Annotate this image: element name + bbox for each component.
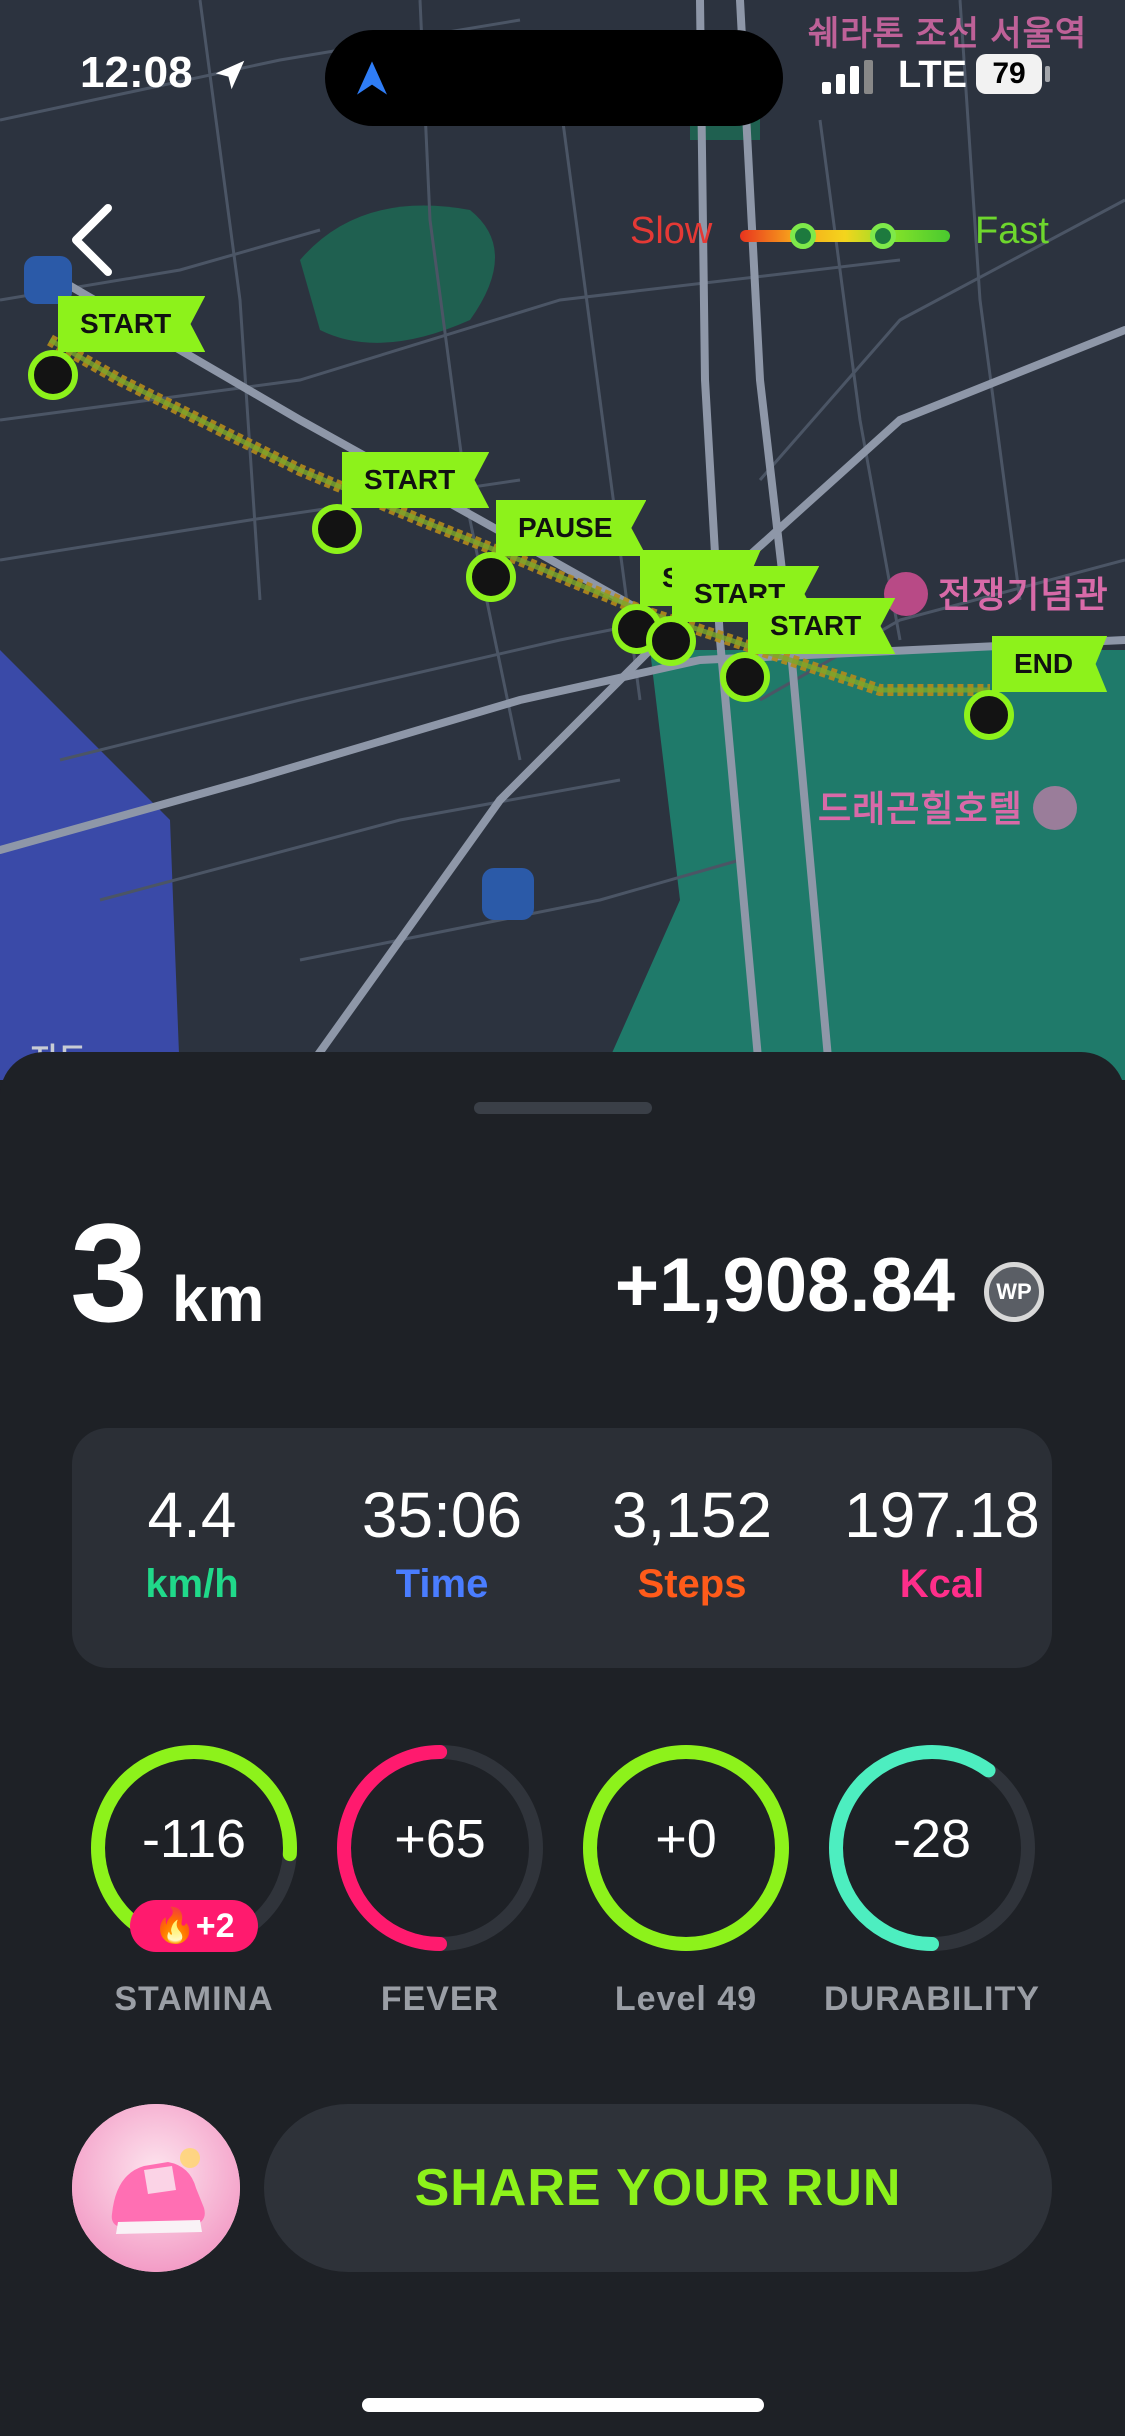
route-flag-pause: PAUSE (496, 500, 647, 556)
dynamic-island (325, 30, 783, 126)
home-indicator (362, 2398, 764, 2412)
gauge-label: STAMINA (114, 1980, 274, 2018)
route-pin-start[interactable] (646, 616, 696, 666)
legend-fast-label: Fast (975, 210, 1049, 252)
stat-label: Time (395, 1562, 489, 1606)
fire-icon: 🔥 (153, 1907, 196, 1945)
wp-coin-icon: WP (984, 1262, 1044, 1322)
route-pin-pause[interactable] (466, 552, 516, 602)
gauge-stamina[interactable]: -116 STAMINA (84, 1738, 304, 2019)
legend-marker (870, 223, 896, 249)
signal-icon (822, 60, 873, 94)
dragon-hill-text: 드래곤힐호텔 (818, 788, 1023, 829)
navigation-icon (357, 61, 387, 95)
stat-value: 197.18 (844, 1479, 1040, 1551)
subway-icon[interactable] (482, 868, 534, 920)
route-pin-start[interactable] (720, 652, 770, 702)
location-arrow-icon (215, 61, 245, 90)
stat-value: 35:06 (361, 1479, 523, 1551)
gauge-label: FEVER (380, 1980, 500, 2018)
gauge-durability[interactable]: -28 DURABILITY (822, 1738, 1042, 2019)
gauge-fever[interactable]: +65 FEVER (330, 1738, 550, 2019)
route-map[interactable]: 쉐라톤 조선 서울역 전쟁기념관 드래곤힐호텔 지도 START START P… (0, 0, 1125, 1080)
network-type: LTE (898, 54, 967, 96)
sneaker-avatar[interactable] (72, 2104, 240, 2272)
speed-gradient-bar (740, 223, 950, 249)
status-time: 12:08 (80, 48, 249, 98)
stat-speed: 4.4 km/h (72, 1478, 312, 1607)
stat-label: km/h (145, 1562, 239, 1606)
route-pin-end[interactable] (964, 690, 1014, 740)
route-flag-start: START (342, 452, 490, 508)
battery-indicator: 79 (976, 54, 1042, 94)
share-run-button[interactable]: SHARE YOUR RUN (264, 2104, 1052, 2272)
boost-value: +2 (195, 1907, 235, 1945)
stat-label: Steps (637, 1562, 747, 1606)
sheet-drag-handle[interactable] (474, 1102, 652, 1114)
stat-value: 3,152 (611, 1479, 773, 1551)
gauge-value: -28 (892, 1809, 972, 1869)
museum-icon (884, 572, 928, 617)
gauge-value: -116 (141, 1809, 247, 1869)
route-flag-start: START (58, 296, 206, 352)
sneaker-icon (72, 2104, 240, 2272)
gauge-label: Level 49 (614, 1980, 758, 2018)
status-time-text: 12:08 (80, 48, 193, 97)
route-flag-start: START (748, 598, 896, 654)
gauge-value: +0 (655, 1809, 717, 1869)
battery-tip (1045, 66, 1050, 82)
war-memorial-text: 전쟁기념관 (938, 574, 1109, 615)
route-pin-start[interactable] (28, 350, 78, 400)
legend-slow-label: Slow (630, 210, 713, 252)
stat-time: 35:06 Time (322, 1478, 562, 1607)
map-label-war-memorial[interactable]: 전쟁기념관 (884, 566, 1109, 619)
legend-marker (790, 223, 816, 249)
stamina-boost-badge: 🔥+2 (130, 1900, 258, 1952)
stats-card: 4.4 km/h 35:06 Time 3,152 Steps 197.18 K… (72, 1428, 1052, 1668)
gauge-label: DURABILITY (824, 1980, 1040, 2018)
gauge-value: +65 (394, 1809, 486, 1869)
route-flag-end: END (992, 636, 1108, 692)
stat-value: 4.4 (147, 1479, 237, 1551)
stat-kcal: 197.18 Kcal (822, 1478, 1062, 1607)
distance-unit: km (171, 1263, 265, 1335)
run-summary-sheet: 3 km +1,908.84 WP 4.4 km/h 35:06 Time 3,1… (0, 1052, 1125, 2436)
hotel-icon (1032, 786, 1077, 831)
stat-steps: 3,152 Steps (572, 1478, 812, 1607)
distance-display: 3 km (70, 1192, 264, 1354)
wp-earned: +1,908.84 (614, 1243, 955, 1328)
map-label-hotel: 쉐라톤 조선 서울역 (808, 15, 1088, 53)
stat-label: Kcal (899, 1562, 985, 1606)
gauge-level[interactable]: +0 Level 49 (576, 1738, 796, 2019)
map-label-dragon-hill[interactable]: 드래곤힐호텔 (818, 780, 1077, 833)
back-chevron-icon[interactable] (60, 200, 120, 280)
route-pin-start[interactable] (312, 504, 362, 554)
distance-value: 3 (70, 1194, 148, 1351)
